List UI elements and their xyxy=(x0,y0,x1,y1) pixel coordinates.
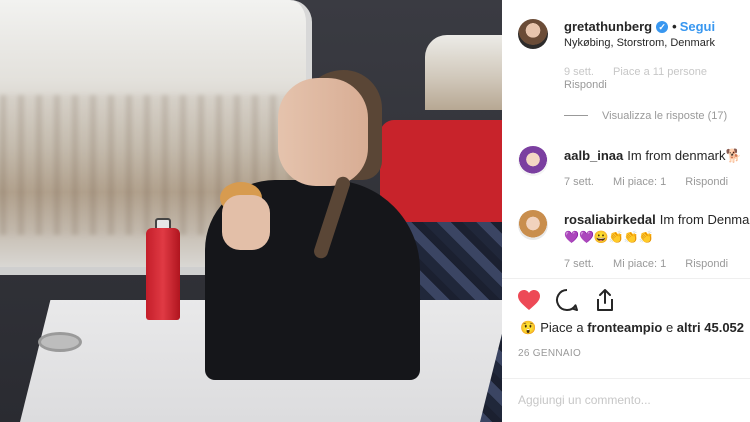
person-head xyxy=(278,78,368,186)
likes-connector: e xyxy=(665,320,674,335)
comment-meta: 7 sett. Mi piace: 1 Rispondi xyxy=(564,258,744,270)
person-hand xyxy=(222,195,270,250)
likes-prefix: Piace a xyxy=(540,320,584,335)
share-icon[interactable] xyxy=(592,287,618,313)
comment-body: Im from denmark🐕 xyxy=(627,148,742,163)
comment-reply-button[interactable]: Rispondi xyxy=(685,258,728,270)
commenter-username[interactable]: aalb_inaa xyxy=(564,148,623,163)
likes-summary: 😲 Piace a fronteampio e altri 45.052 xyxy=(520,320,744,336)
red-bottle xyxy=(146,228,180,320)
comment-time: 7 sett. xyxy=(564,176,594,188)
comment-body: Im from Denmark xyxy=(659,212,750,227)
likes-others[interactable]: altri 45.052 xyxy=(677,320,744,335)
view-replies-button[interactable]: Visualizza le risposte (17) xyxy=(564,110,727,122)
post-header: gretathunberg ✓ • Segui Nykøbing, Storstrom… xyxy=(502,0,750,58)
post-location[interactable]: Nykøbing, Storstrom, Denmark xyxy=(564,37,715,49)
likes-user[interactable]: fronteampio xyxy=(587,320,662,335)
author-username[interactable]: gretathunberg xyxy=(564,19,652,34)
heart-icon[interactable] xyxy=(516,287,542,313)
comment-reply-button[interactable]: Rispondi xyxy=(685,176,728,188)
view-replies-label: Visualizza le risposte (17) xyxy=(602,110,728,122)
caption-time: 9 sett. xyxy=(564,66,594,78)
post-date: 26 GENNAIO xyxy=(518,348,582,359)
actions-divider xyxy=(502,278,750,279)
comment-time: 7 sett. xyxy=(564,258,594,270)
post-sidebar: gretathunberg ✓ • Segui Nykøbing, Storstrom… xyxy=(502,0,750,422)
comment-text: aalb_inaa Im from denmark🐕 xyxy=(564,148,742,164)
replies-line xyxy=(564,115,588,116)
commenter-avatar[interactable] xyxy=(518,146,548,176)
likes-emoji: 😲 xyxy=(520,320,537,335)
comment-likes[interactable]: Mi piace: 1 xyxy=(613,258,666,270)
train-window-2 xyxy=(425,35,502,110)
separator-dot: • xyxy=(672,19,677,34)
caption-meta: 9 sett. Piace a 11 persone xyxy=(564,66,723,78)
commenter-username[interactable]: rosaliabirkedal xyxy=(564,212,656,227)
comment-text: rosaliabirkedalIm from Denmark xyxy=(564,212,750,227)
action-bar xyxy=(516,286,618,314)
add-comment-bar xyxy=(502,378,750,422)
comment-emoji: 💜💜😀👏👏👏 xyxy=(564,230,654,244)
cup-holder xyxy=(38,332,82,352)
verified-badge-icon: ✓ xyxy=(656,21,669,33)
caption-reply-button[interactable]: Rispondi xyxy=(564,79,607,91)
author-row: gretathunberg ✓ • Segui xyxy=(564,19,715,34)
author-avatar[interactable] xyxy=(518,19,548,49)
comment-likes[interactable]: Mi piace: 1 xyxy=(613,176,666,188)
follow-button[interactable]: Segui xyxy=(680,19,715,34)
post-photo[interactable] xyxy=(0,0,502,422)
comment-input[interactable] xyxy=(518,389,738,411)
commenter-avatar[interactable] xyxy=(518,210,548,240)
caption-likes[interactable]: Piace a 11 persone xyxy=(613,66,707,78)
comment-icon[interactable] xyxy=(554,287,580,313)
comment-meta: 7 sett. Mi piace: 1 Rispondi xyxy=(564,176,744,188)
